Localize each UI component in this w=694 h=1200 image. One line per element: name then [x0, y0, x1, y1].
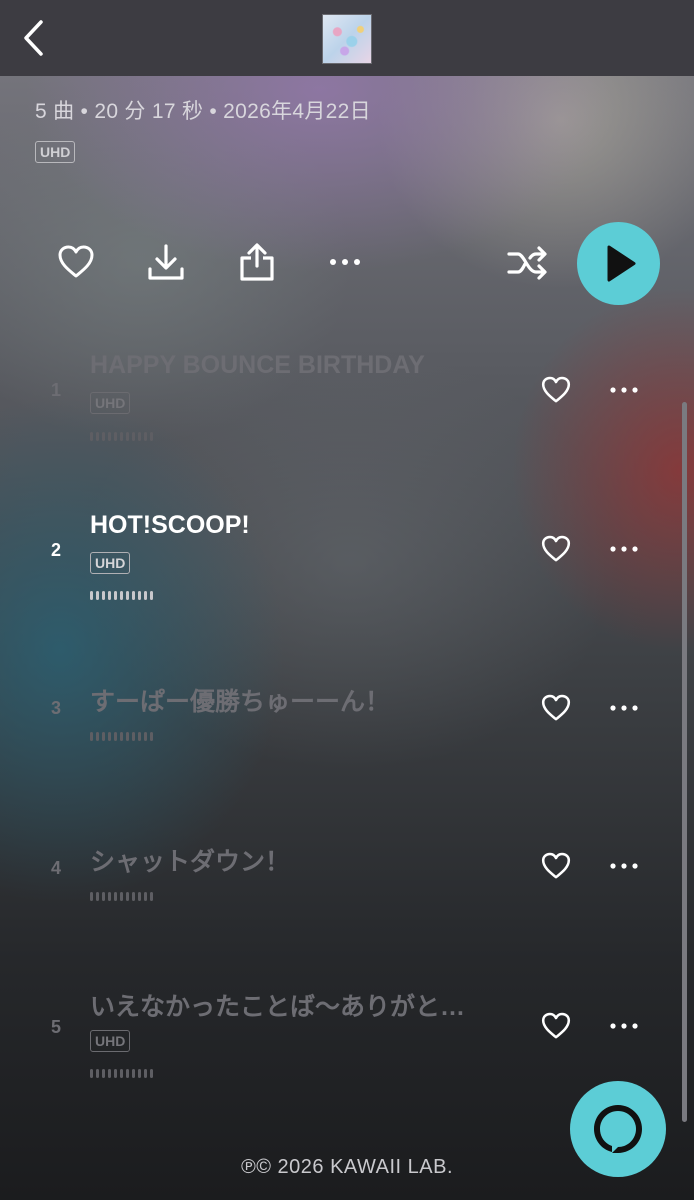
track-title: HOT!SCOOP! [90, 511, 250, 539]
track-more-button[interactable] [608, 696, 640, 725]
uhd-badge: UHD [35, 141, 76, 163]
track-row[interactable]: 1 HAPPY BOUNCE BIRTHDAY UHD [0, 340, 694, 490]
uhd-badge: UHD [90, 1030, 131, 1052]
download-icon [148, 244, 184, 280]
heart-icon [541, 694, 571, 721]
play-icon [607, 245, 636, 282]
favorite-track-button[interactable] [540, 850, 572, 887]
uhd-badge: UHD [90, 392, 131, 414]
scrollbar[interactable] [682, 402, 687, 1122]
track-title: すーぱー優勝ちゅーーん！ [90, 688, 391, 716]
track-number: 1 [50, 380, 61, 400]
waveform-icon [90, 591, 160, 601]
track-number: 4 [50, 858, 61, 878]
track-number: 2 [50, 540, 61, 560]
track-more-button[interactable] [608, 537, 640, 566]
alexa-button[interactable] [570, 1081, 666, 1177]
waveform-icon [90, 1069, 160, 1079]
shuffle-button[interactable] [506, 243, 550, 288]
shuffle-icon [507, 246, 547, 280]
track-title: いえなかったことば〜ありがと… [90, 993, 466, 1021]
top-bar [0, 0, 694, 76]
alexa-ring-icon [594, 1105, 642, 1153]
track-more-button[interactable] [608, 378, 640, 407]
track-row[interactable]: 3 すーぱー優勝ちゅーーん！ [0, 660, 694, 810]
more-horizontal-icon [610, 1023, 638, 1029]
favorite-track-button[interactable] [540, 1010, 572, 1047]
track-more-button[interactable] [608, 854, 640, 883]
chevron-left-icon [24, 20, 43, 56]
album-meta: 5 曲 • 20 分 17 秒 • 2026年4月22日 [35, 100, 371, 123]
download-button[interactable] [146, 242, 186, 287]
album-quality-badge: UHD [35, 141, 76, 163]
track-number: 3 [50, 698, 61, 718]
share-button[interactable] [237, 242, 277, 287]
album-more-button[interactable] [326, 250, 366, 279]
favorite-track-button[interactable] [540, 692, 572, 729]
track-more-button[interactable] [608, 1014, 640, 1043]
waveform-icon [90, 892, 160, 902]
heart-icon [541, 376, 571, 403]
heart-icon [541, 535, 571, 562]
more-horizontal-icon [610, 863, 638, 869]
share-icon [240, 243, 274, 281]
favorite-track-button[interactable] [540, 374, 572, 411]
track-row[interactable]: 4 シャットダウン！ [0, 820, 694, 970]
more-horizontal-icon [610, 705, 638, 711]
track-number: 5 [50, 1017, 61, 1037]
more-horizontal-icon [330, 259, 360, 265]
uhd-badge: UHD [90, 552, 131, 574]
track-title: シャットダウン！ [90, 848, 291, 876]
album-cover-thumbnail[interactable] [322, 14, 372, 64]
play-button[interactable] [577, 222, 660, 305]
more-horizontal-icon [610, 387, 638, 393]
track-title: HAPPY BOUNCE BIRTHDAY [90, 351, 425, 379]
back-button[interactable] [20, 18, 50, 58]
waveform-icon [90, 732, 160, 742]
favorite-album-button[interactable] [56, 242, 96, 287]
heart-icon [58, 245, 94, 278]
heart-icon [541, 1012, 571, 1039]
more-horizontal-icon [610, 546, 638, 552]
heart-icon [541, 852, 571, 879]
track-row[interactable]: 2 HOT!SCOOP! UHD [0, 500, 694, 650]
favorite-track-button[interactable] [540, 533, 572, 570]
waveform-icon [90, 432, 160, 442]
